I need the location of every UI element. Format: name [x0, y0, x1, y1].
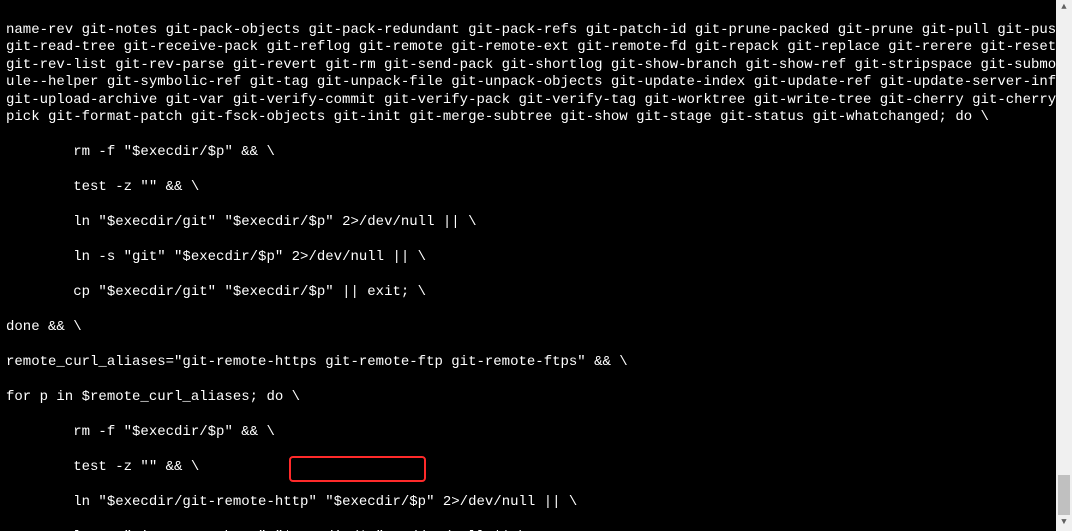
- scrollbar[interactable]: ▲ ▼: [1056, 0, 1072, 531]
- scroll-up-button[interactable]: ▲: [1056, 0, 1072, 16]
- build-output-line: name-rev git-notes git-pack-objects git-…: [6, 22, 1072, 126]
- build-output-line: done && \: [6, 319, 82, 335]
- build-output-line: ln "$execdir/git" "$execdir/$p" 2>/dev/n…: [6, 214, 476, 230]
- build-output-line: test -z "" && \: [6, 179, 199, 195]
- build-output-line: remote_curl_aliases="git-remote-https gi…: [6, 354, 628, 370]
- terminal-output[interactable]: name-rev git-notes git-pack-objects git-…: [0, 0, 1072, 531]
- scroll-thumb[interactable]: [1058, 475, 1070, 515]
- build-output-line: rm -f "$execdir/$p" && \: [6, 144, 275, 160]
- build-output-line: cp "$execdir/git" "$execdir/$p" || exit;…: [6, 284, 426, 300]
- build-output-line: rm -f "$execdir/$p" && \: [6, 424, 275, 440]
- build-output-line: ln "$execdir/git-remote-http" "$execdir/…: [6, 494, 577, 510]
- build-output-line: ln -s "git" "$execdir/$p" 2>/dev/null ||…: [6, 249, 426, 265]
- build-output-line: test -z "" && \: [6, 459, 199, 475]
- scroll-track[interactable]: [1056, 16, 1072, 515]
- build-output-line: for p in $remote_curl_aliases; do \: [6, 389, 300, 405]
- scroll-down-button[interactable]: ▼: [1056, 515, 1072, 531]
